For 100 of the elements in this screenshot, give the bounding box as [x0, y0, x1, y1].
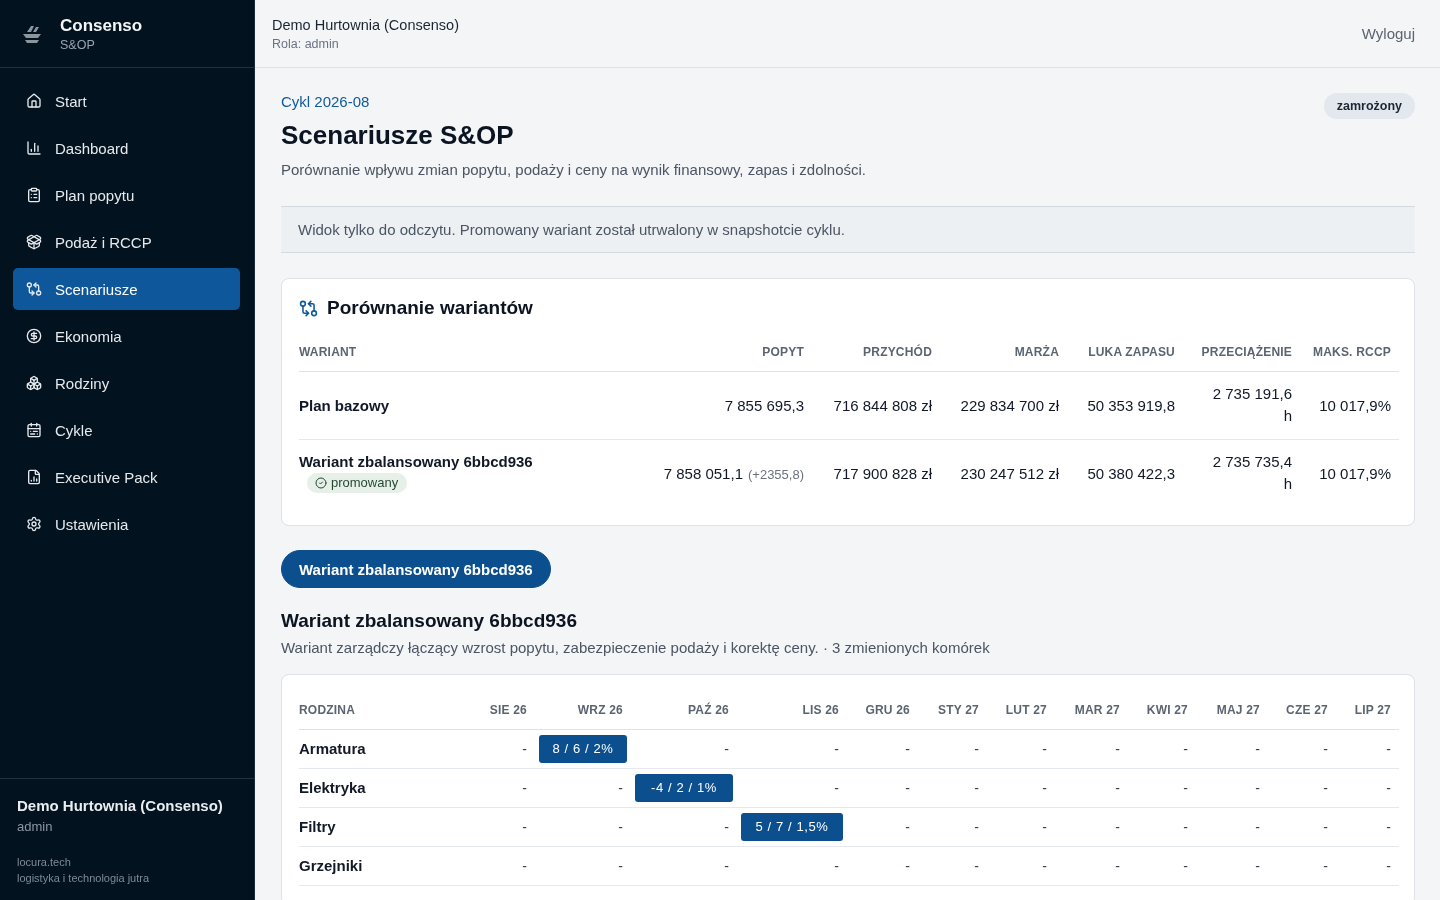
nav-item[interactable]: Scenariusze — [13, 268, 240, 310]
table-cell: 229 834 700 zł — [940, 371, 1067, 439]
column-header: PRZECIĄŻENIE — [1183, 333, 1300, 371]
table-cell: - — [987, 729, 1055, 768]
table-cell: - — [987, 807, 1055, 846]
family-name: Armatura — [299, 729, 471, 768]
table-cell: - — [1055, 807, 1128, 846]
changed-value-chip: 5 / 7 / 1,5% — [741, 812, 843, 841]
nav-item[interactable]: Dashboard — [13, 127, 240, 169]
table-cell: - — [1268, 846, 1336, 885]
table-cell: - — [1336, 846, 1399, 885]
table-cell: 50 353 919,8 — [1067, 371, 1183, 439]
table-cell: 2 735 735,4 h — [1183, 439, 1300, 507]
variant-name: Plan bazowy — [299, 396, 390, 414]
column-header: GRU 26 — [847, 691, 918, 729]
status-badge: zamrożony — [1323, 93, 1415, 119]
table-cell: - — [1055, 768, 1128, 807]
column-header: STY 27 — [918, 691, 987, 729]
changed-value-chip: 8 / 6 / 2% — [539, 734, 627, 763]
table-cell: - — [847, 846, 918, 885]
table-cell: - — [737, 729, 847, 768]
nav-item[interactable]: Ustawienia — [13, 503, 240, 545]
table-cell: - — [631, 846, 737, 885]
column-header: SIE 26 — [471, 691, 535, 729]
nav-item[interactable]: Start — [13, 80, 240, 122]
table-cell: 7 855 695,3 — [621, 371, 812, 439]
table-cell: 50 380 422,3 — [1067, 439, 1183, 507]
page-title: Scenariusze S&OP — [281, 120, 515, 151]
file-chart-icon — [26, 469, 42, 485]
table-cell: - — [631, 807, 737, 846]
column-header: PRZYCHÓD — [812, 333, 940, 371]
nav-item[interactable]: Rodziny — [13, 362, 240, 404]
table-cell: - — [471, 846, 535, 885]
table-cell: - — [1268, 768, 1336, 807]
table-cell: - — [1055, 729, 1128, 768]
table-cell: - — [1128, 846, 1196, 885]
column-header: MAKS. RCCP — [1300, 333, 1399, 371]
nav-item[interactable]: Plan popytu — [13, 174, 240, 216]
calendar-icon — [26, 422, 42, 438]
table-cell: - — [918, 807, 987, 846]
table-cell: - — [631, 729, 737, 768]
table-cell: - — [535, 846, 631, 885]
nav-item[interactable]: Podaż i RCCP — [13, 221, 240, 263]
table-cell: - — [1128, 768, 1196, 807]
family-name: Elektryka — [299, 768, 471, 807]
table-cell: - — [737, 846, 847, 885]
organization-name: Demo Hurtownia (Consenso) — [17, 797, 224, 814]
table-cell: - — [737, 768, 847, 807]
table-cell: - — [471, 768, 535, 807]
table-cell: - — [1128, 729, 1196, 768]
table-cell: - — [987, 846, 1055, 885]
table-cell: - — [535, 807, 631, 846]
section-title: Wariant zbalansowany 6bbcd936 — [281, 610, 578, 632]
column-header: WRZ 26 — [535, 691, 631, 729]
check-circle-icon — [315, 476, 327, 489]
nav-item[interactable]: Cykle — [13, 409, 240, 451]
cycle-label: Cykl 2026-08 — [281, 93, 371, 110]
table-cell: - — [1336, 807, 1399, 846]
table-cell: - — [918, 729, 987, 768]
table-cell: - — [471, 729, 535, 768]
settings-icon — [26, 516, 42, 532]
table-cell: - — [847, 729, 918, 768]
table-cell: - — [1268, 807, 1336, 846]
brand-name: Consenso — [60, 15, 143, 36]
home-icon — [26, 93, 42, 109]
table-cell: - — [471, 807, 535, 846]
table-cell: - — [1128, 807, 1196, 846]
read-only-notice: Widok tylko do odczytu. Promowany wariant został utrwalony w snapshotcie cyklu. — [281, 206, 1415, 253]
table-cell: 10 017,9% — [1300, 371, 1399, 439]
nav-item[interactable]: Executive Pack — [13, 456, 240, 498]
column-header: MAR 27 — [1055, 691, 1128, 729]
column-header: MARŻA — [940, 333, 1067, 371]
nav-item[interactable]: Ekonomia — [13, 315, 240, 357]
table-cell: - — [535, 768, 631, 807]
column-header: LUT 27 — [987, 691, 1055, 729]
family-name: Filtry — [299, 807, 471, 846]
column-header: CZE 27 — [1268, 691, 1336, 729]
family-name: Grzejniki — [299, 846, 471, 885]
logout-link[interactable]: Wyloguj — [1361, 25, 1415, 42]
table-cell: 717 900 828 zł — [812, 439, 940, 507]
table-cell: - — [987, 768, 1055, 807]
organization-name: Demo Hurtownia (Consenso) — [272, 16, 459, 33]
table-cell: 2 735 191,6 h — [1183, 371, 1300, 439]
boxes-icon — [26, 375, 42, 391]
bar-chart-icon — [26, 140, 42, 156]
table-cell: - — [847, 768, 918, 807]
column-header: KWI 27 — [1128, 691, 1196, 729]
table-cell: - — [1196, 729, 1268, 768]
column-header: MAJ 27 — [1196, 691, 1268, 729]
column-header: PAŹ 26 — [631, 691, 737, 729]
column-header: LIS 26 — [737, 691, 847, 729]
table-cell: - — [1196, 768, 1268, 807]
package-icon — [26, 234, 42, 250]
user-role: admin — [17, 819, 54, 834]
table-cell: - — [1336, 729, 1399, 768]
variant-tab[interactable]: Wariant zbalansowany 6bbcd936 — [281, 550, 551, 588]
vendor-tagline: logistyka i technologia jutra — [17, 872, 151, 884]
table-cell: - — [1196, 807, 1268, 846]
delta-text: (+2355,8) — [748, 466, 804, 482]
table-cell: - — [918, 768, 987, 807]
